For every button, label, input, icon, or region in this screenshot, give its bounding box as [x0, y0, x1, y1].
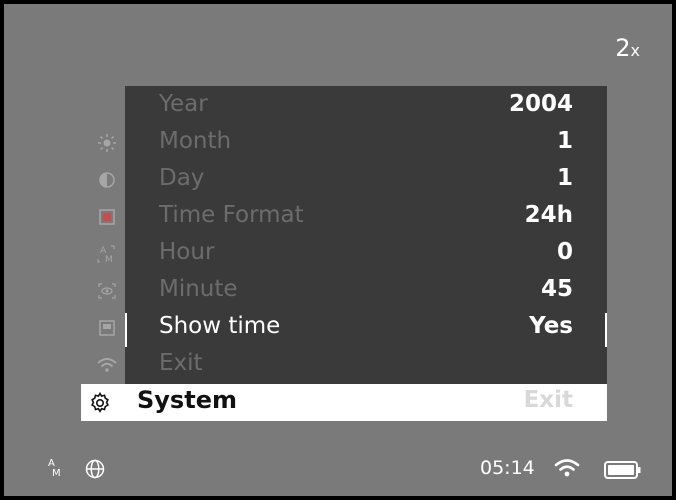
eye-detection-icon[interactable] [89, 276, 125, 306]
svg-text:M: M [105, 255, 113, 264]
menu-row-value: 2004 [508, 91, 573, 117]
menu-row-label: Year [159, 91, 208, 117]
record-icon[interactable] [89, 202, 125, 232]
system-menu-item[interactable]: System Exit [81, 384, 607, 421]
system-label: System [137, 386, 237, 414]
wifi-icon [554, 459, 580, 477]
menu-row-day[interactable]: Day 1 [125, 160, 607, 197]
globe-icon [85, 459, 105, 479]
menu-row-label: Exit [159, 350, 203, 376]
viewfinder-screen: 2x AM Year 2004 Month 1 Day 1 Time Forma… [4, 4, 672, 496]
zoom-value: 2 [615, 34, 631, 62]
menu-row-value: Yes [529, 313, 573, 339]
menu-row-label: Show time [159, 313, 281, 339]
contrast-icon[interactable] [89, 165, 125, 195]
clock: 05:14 [480, 457, 535, 479]
menu-row-value: 1 [556, 128, 573, 154]
battery-icon [604, 461, 641, 479]
palette-icon[interactable] [89, 313, 125, 343]
zoom-indicator: 2x [615, 34, 640, 62]
zoom-suffix: x [630, 41, 640, 60]
menu-row-label: Hour [159, 239, 215, 265]
status-bar: A M 05:14 [4, 450, 672, 486]
time-settings-menu: Year 2004 Month 1 Day 1 Time Format 24h … [125, 86, 607, 384]
selection-indicator-right [605, 313, 607, 347]
menu-row-value: 24h [524, 202, 573, 228]
wifi-menu-icon[interactable] [89, 350, 125, 380]
menu-row-month[interactable]: Month 1 [125, 123, 607, 160]
menu-row-time-format[interactable]: Time Format 24h [125, 197, 607, 234]
gear-icon [91, 391, 109, 413]
selection-indicator-left [125, 313, 127, 347]
system-exit-label: Exit [523, 387, 573, 413]
auto-mode-letter-m: M [52, 468, 61, 479]
menu-row-label: Time Format [159, 202, 304, 228]
menu-row-exit[interactable]: Exit [125, 345, 607, 382]
menu-row-value: 1 [556, 165, 573, 191]
brightness-icon[interactable] [89, 128, 125, 158]
menu-row-value: 0 [556, 239, 573, 265]
menu-row-year[interactable]: Year 2004 [125, 86, 607, 123]
menu-row-label: Month [159, 128, 232, 154]
menu-row-label: Day [159, 165, 205, 191]
menu-row-minute[interactable]: Minute 45 [125, 271, 607, 308]
menu-row-value: 45 [540, 276, 573, 302]
auto-mode-status-icon: A M [44, 459, 66, 481]
menu-row-label: Minute [159, 276, 238, 302]
menu-row-show-time[interactable]: Show time Yes [125, 308, 607, 347]
auto-mode-icon[interactable]: AM [89, 239, 125, 269]
menu-row-hour[interactable]: Hour 0 [125, 234, 607, 271]
